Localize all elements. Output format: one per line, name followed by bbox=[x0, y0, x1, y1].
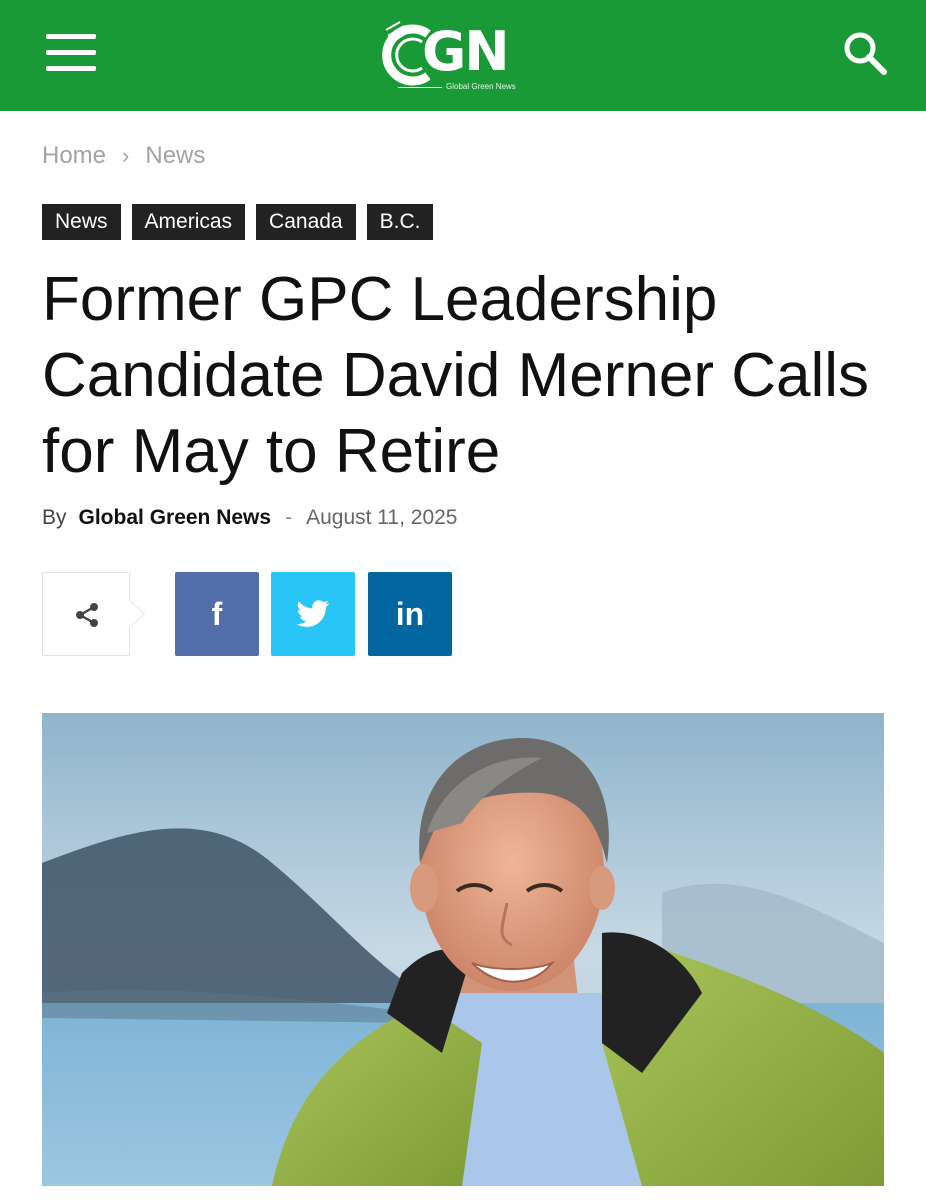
logo-tagline: Global Green News bbox=[446, 82, 516, 91]
portrait-photo bbox=[42, 713, 884, 1186]
facebook-icon: f bbox=[211, 595, 223, 632]
breadcrumb-separator: › bbox=[122, 143, 130, 168]
share-pointer-inner bbox=[129, 601, 144, 627]
category-tags: News Americas Canada B.C. bbox=[42, 204, 434, 240]
author-link[interactable]: Global Green News bbox=[79, 506, 272, 530]
share-button[interactable] bbox=[42, 572, 130, 656]
tag-canada[interactable]: Canada bbox=[256, 204, 356, 240]
tag-americas[interactable]: Americas bbox=[131, 204, 246, 240]
linkedin-share-button[interactable]: in bbox=[368, 572, 452, 656]
breadcrumb: Home › News bbox=[42, 140, 205, 172]
facebook-share-button[interactable]: f bbox=[175, 572, 259, 656]
menu-icon[interactable] bbox=[46, 34, 96, 72]
share-icon bbox=[76, 603, 98, 627]
twitter-bird-icon bbox=[296, 600, 330, 627]
logo-divider bbox=[398, 87, 442, 88]
breadcrumb-home-link[interactable]: Home bbox=[42, 142, 106, 170]
tag-news[interactable]: News bbox=[42, 204, 121, 240]
breadcrumb-news-link[interactable]: News bbox=[145, 142, 205, 170]
linkedin-icon: in bbox=[395, 595, 425, 632]
site-logo[interactable]: GN Global Green News bbox=[378, 20, 548, 96]
search-icon[interactable] bbox=[842, 30, 888, 76]
logo-wordmark: GN bbox=[422, 20, 510, 83]
publish-date: August 11, 2025 bbox=[306, 506, 458, 529]
tag-bc[interactable]: B.C. bbox=[366, 204, 434, 240]
site-header: GN Global Green News bbox=[0, 0, 926, 111]
article-hero-image bbox=[42, 713, 884, 1186]
byline: By Global Green News - August 11, 2025 bbox=[42, 503, 457, 533]
twitter-share-button[interactable] bbox=[271, 572, 355, 656]
byline-by-label: By bbox=[42, 506, 67, 529]
byline-dash: - bbox=[285, 506, 293, 529]
article-title: Former GPC Leadership Candidate David Me… bbox=[42, 265, 870, 486]
